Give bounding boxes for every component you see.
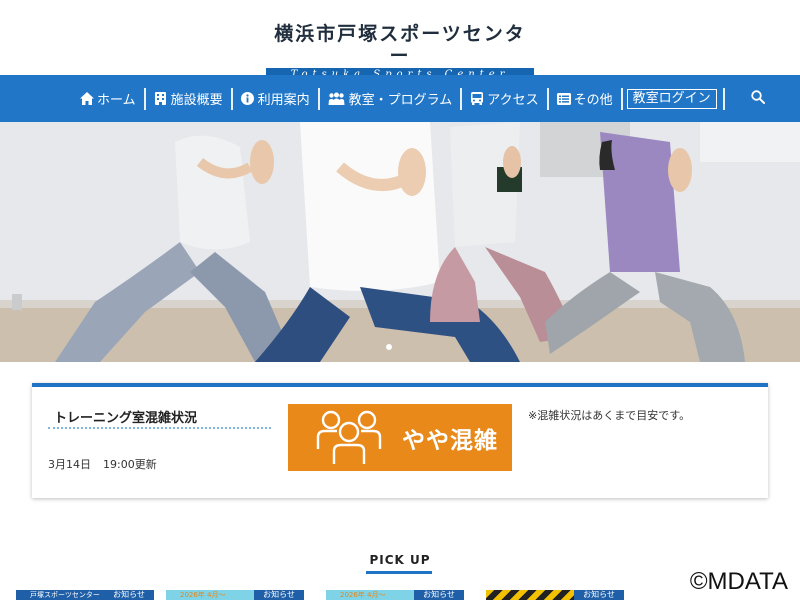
- updated-time: 19:00更新: [103, 458, 157, 471]
- pickup-card[interactable]: 戸塚スポーツセンター お知らせ: [16, 590, 154, 600]
- people-icon: [328, 92, 346, 106]
- nav-item-label: ホーム: [97, 93, 136, 108]
- nav-item-guide[interactable]: 利用案内: [233, 88, 318, 110]
- pickup-card-thumbnail: [486, 590, 578, 600]
- congestion-card: トレーニング室混雑状況 3月14日 19:00更新 やや混雑 ※混雑状況はあくまで…: [32, 383, 768, 498]
- nav-item-label: その他: [573, 93, 613, 108]
- nav-item-access[interactable]: アクセス: [462, 88, 546, 110]
- site-header: 横浜市戸塚スポーツセンター Totsuka Sports Center: [0, 0, 800, 81]
- info-icon: [241, 92, 255, 106]
- updated-date: 3月14日: [48, 458, 91, 471]
- pickup-card-tag: お知らせ: [574, 590, 624, 600]
- nav-item-home[interactable]: ホーム: [72, 88, 144, 110]
- nav-divider: [722, 87, 725, 110]
- congestion-level: やや混雑: [402, 427, 498, 454]
- pickup-card-tag: お知らせ: [414, 590, 464, 600]
- congestion-title: トレーニング室混雑状況: [54, 411, 198, 426]
- list-icon: [556, 92, 571, 106]
- nav-item-label: 教室・プログラム: [348, 93, 453, 108]
- copyright-watermark: ©MDATA: [689, 568, 788, 595]
- nav-divider: [317, 87, 320, 110]
- nav-divider: [620, 87, 623, 110]
- nav-divider: [143, 87, 146, 110]
- class-login-button[interactable]: 教室ログイン: [626, 88, 717, 109]
- pickup-card-thumbnail: 戸塚スポーツセンター: [16, 590, 108, 600]
- nav-item-facility[interactable]: 施設概要: [146, 88, 231, 110]
- slider-dot[interactable]: [386, 344, 392, 350]
- nav-divider: [230, 87, 233, 110]
- logo-japanese-text: 横浜市戸塚スポーツセンター: [274, 23, 526, 67]
- nav-item-label: アクセス: [487, 93, 539, 108]
- search-button[interactable]: [749, 90, 767, 108]
- crowd-icon: [288, 407, 382, 469]
- pickup-heading: PICK UP: [369, 553, 431, 567]
- nav-divider: [546, 87, 549, 110]
- pickup-card-tag: お知らせ: [254, 590, 304, 600]
- nav-item-other[interactable]: その他: [549, 88, 621, 110]
- pickup-card-thumbnail: 2026年 4月～: [326, 590, 418, 600]
- pickup-card[interactable]: お知らせ: [486, 590, 624, 600]
- nav-item-label: 施設概要: [170, 93, 223, 108]
- nav-item-label: 利用案内: [257, 93, 310, 108]
- pickup-card-tag: お知らせ: [104, 590, 154, 600]
- pickup-cards: 戸塚スポーツセンター お知らせ 2026年 4月～ お知らせ 2026年 4月～…: [16, 590, 800, 600]
- site-logo[interactable]: 横浜市戸塚スポーツセンター Totsuka Sports Center: [265, 23, 535, 81]
- main-nav: ホーム 施設概要 利用案内 教室・プログラム アクセス その他 教室ログイン: [0, 75, 800, 122]
- home-icon: [80, 92, 94, 106]
- pickup-underline: [366, 571, 432, 574]
- congestion-note: ※混雑状況はあくまで目安です。: [528, 409, 691, 422]
- pickup-card[interactable]: 2026年 4月～ お知らせ: [326, 590, 464, 600]
- title-divider: [48, 427, 271, 429]
- hero-slider[interactable]: [0, 122, 800, 362]
- pickup-card-thumbnail: 2026年 4月～: [166, 590, 258, 600]
- nav-divider: [460, 87, 463, 110]
- bus-icon: [470, 92, 484, 106]
- congestion-level-box: やや混雑: [288, 404, 512, 471]
- hero-image: [0, 122, 800, 362]
- pickup-card[interactable]: 2026年 4月～ お知らせ: [166, 590, 304, 600]
- nav-item-programs[interactable]: 教室・プログラム: [320, 88, 461, 110]
- congestion-updated: 3月14日 19:00更新: [48, 456, 157, 472]
- building-icon: [154, 92, 168, 106]
- search-icon: [750, 89, 765, 108]
